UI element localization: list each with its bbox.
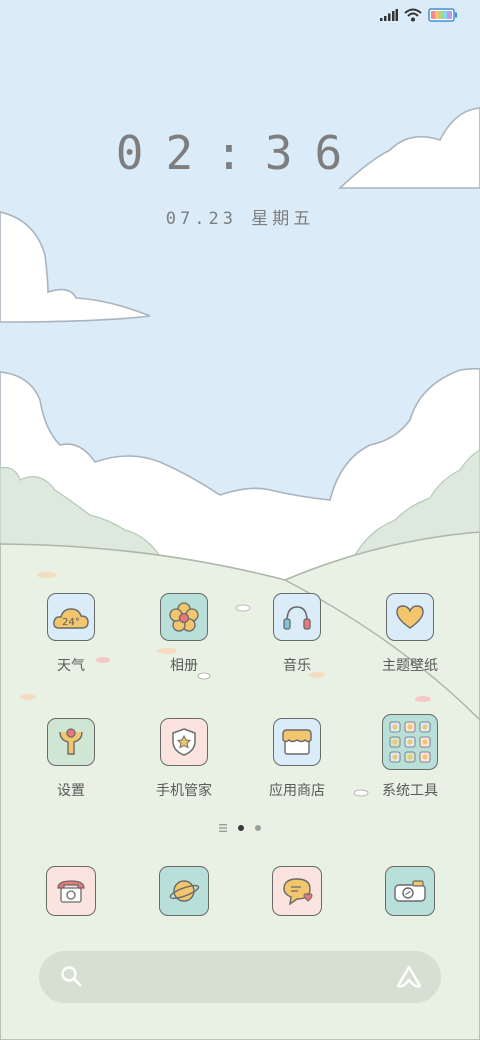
settings-tile[interactable] (47, 718, 95, 766)
clock-time: 02:36 (115, 126, 365, 180)
page-indicator[interactable] (219, 824, 261, 832)
app-label: 设置 (57, 783, 85, 799)
weather-temp: 24° (62, 617, 80, 628)
app-tools-folder[interactable]: 系统工具 (360, 714, 460, 800)
flower-icon (169, 602, 199, 632)
page-dot (255, 825, 261, 831)
dock-browser[interactable] (159, 866, 209, 916)
weather-cloud-icon: 24° (53, 608, 89, 629)
page-dot-active (238, 825, 244, 831)
app-gallery[interactable]: 相册 (134, 593, 234, 675)
app-label: 天气 (57, 658, 85, 674)
signal-icon (380, 9, 398, 21)
store-icon (282, 729, 312, 755)
search-icon[interactable] (60, 965, 82, 987)
camera-icon (394, 880, 426, 902)
dock-camera[interactable] (385, 866, 435, 916)
music-tile[interactable] (273, 593, 321, 641)
page-list-icon (219, 824, 227, 832)
security-tile[interactable] (160, 718, 208, 766)
chat-bubble-icon (283, 878, 313, 906)
gallery-tile[interactable] (160, 593, 208, 641)
app-label: 应用商店 (269, 783, 325, 799)
battery-icon (428, 8, 457, 22)
app-store[interactable]: 应用商店 (247, 718, 347, 800)
headphones-icon (283, 606, 311, 630)
app-label: 音乐 (283, 658, 311, 674)
dock-messages[interactable] (272, 866, 322, 916)
folder-grid-icon (389, 721, 431, 763)
app-label: 相册 (170, 658, 198, 674)
status-bar (380, 8, 458, 22)
dock-phone[interactable] (46, 866, 96, 916)
store-tile[interactable] (273, 718, 321, 766)
app-label: 主题壁纸 (382, 658, 438, 674)
app-weather[interactable]: 24° 天气 (21, 593, 121, 675)
app-security[interactable]: 手机管家 (134, 718, 234, 800)
weather-tile[interactable]: 24° (47, 593, 95, 641)
assistant-icon[interactable] (395, 964, 423, 990)
tools-folder-tile[interactable] (382, 714, 438, 770)
app-themes[interactable]: 主题壁纸 (360, 593, 460, 675)
app-label: 手机管家 (156, 783, 212, 799)
themes-tile[interactable] (386, 593, 434, 641)
telephone-icon (57, 880, 85, 903)
heart-icon (396, 605, 424, 629)
app-label: 系统工具 (382, 783, 438, 799)
wifi-icon (404, 8, 422, 22)
app-settings[interactable]: 设置 (21, 718, 121, 800)
planet-icon (169, 880, 200, 902)
clock-date: 07.23 星期五 (165, 209, 315, 229)
settings-icon (59, 728, 83, 755)
shield-icon (172, 728, 196, 756)
app-music[interactable]: 音乐 (247, 593, 347, 675)
search-bar[interactable] (39, 951, 441, 1003)
